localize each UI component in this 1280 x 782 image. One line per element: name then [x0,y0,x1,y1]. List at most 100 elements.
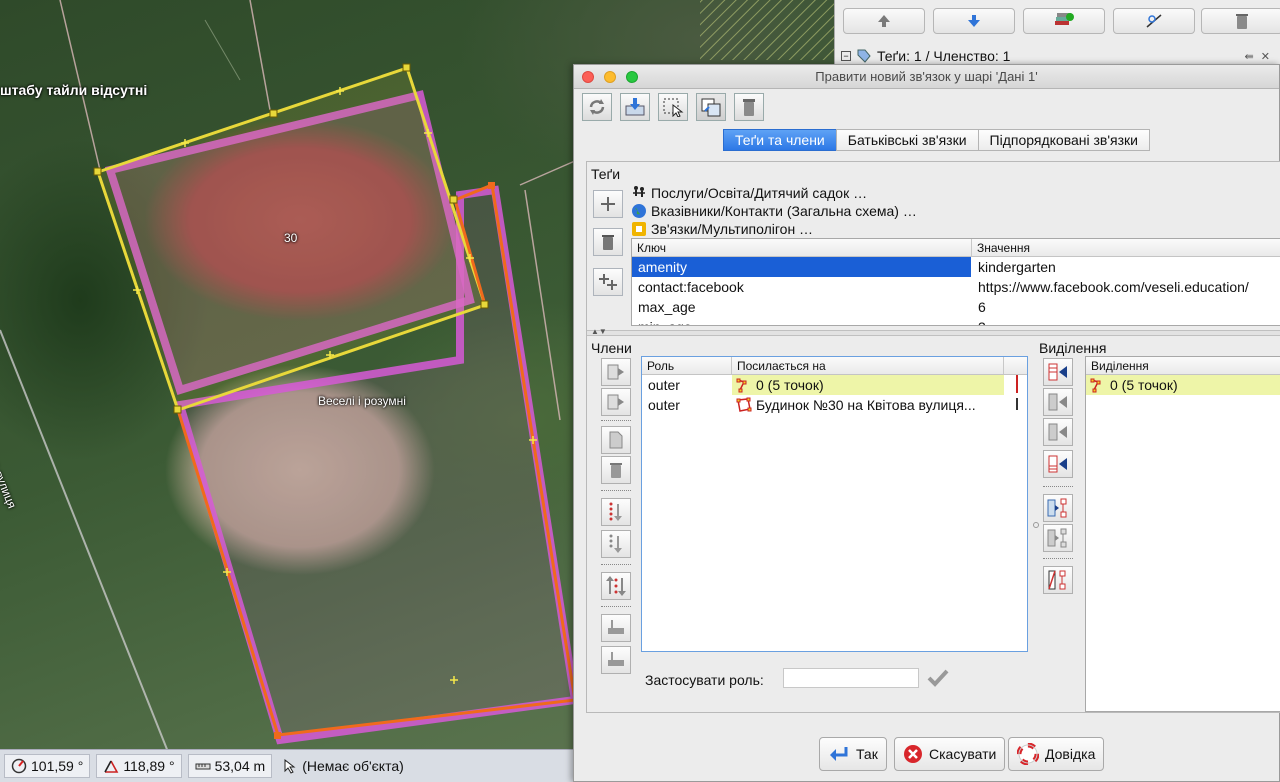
select-members-button[interactable] [658,93,688,121]
preset-link-kindergarten[interactable]: Послуги/Освіта/Дитячий садок … [631,184,867,202]
separator [601,420,631,421]
reverse-order-icon [606,576,626,596]
apply-changes-button[interactable] [620,93,650,121]
tab-child-relations[interactable]: Підпорядковані зв'язки [977,129,1150,151]
tag-key[interactable]: max_age [632,297,972,317]
separator [601,490,631,491]
move-up-bar-icon [608,620,624,634]
tab-parent-relations[interactable]: Батьківські зв'язки [835,129,979,151]
table-row[interactable]: amenity kindergarten [632,257,1280,277]
selection-table[interactable]: Виділення 0 (5 точок) [1085,356,1280,712]
member-role[interactable]: outer [642,375,732,395]
add-selected-at-end-button[interactable] [1043,450,1073,478]
apply-role-input[interactable] [783,668,919,688]
multipolygon-icon [632,222,646,236]
close-window-button[interactable] [582,71,594,83]
refresh-icon [589,99,605,115]
col-selection-header[interactable]: Виділення [1086,357,1280,374]
remove-selected-button[interactable] [1043,524,1073,552]
add-selected-before-button[interactable] [1043,388,1073,416]
tag-value[interactable]: 6 [972,297,1280,317]
table-row[interactable]: contact:facebook https://www.facebook.co… [632,277,1280,297]
panel-controls[interactable]: ⇚ ✕ [1245,50,1273,63]
select-members-icon [1047,498,1067,518]
member-role[interactable]: outer [642,395,732,415]
dialog-title: Правити новий зв'язок у шарі 'Дані 1' [815,69,1038,84]
tag-value[interactable]: 3 [972,317,1280,325]
move-down-bar-icon [608,652,624,666]
duplicate-relation-button[interactable] [696,93,726,121]
minimize-window-button[interactable] [604,71,616,83]
split-handle[interactable] [1033,522,1039,528]
refresh-button[interactable] [582,93,612,121]
sort-members-button[interactable] [601,498,631,526]
tag-value[interactable]: kindergarten [972,257,1280,277]
table-row[interactable]: 0 (5 точок) [1086,375,1280,395]
angle-readout: 118,89 ° [96,754,182,778]
paste-tags-icon [599,274,617,290]
col-ref-header[interactable]: Посилається на [732,357,1004,374]
delete-relation-button[interactable] [734,93,764,121]
tag-value[interactable]: https://www.facebook.com/veseli.educatio… [972,277,1280,297]
remove-selected-icon [1047,528,1067,548]
table-row[interactable]: max_age 6 [632,297,1280,317]
add-member-after-button[interactable] [601,388,631,416]
apply-role-label: Застосувати роль: [645,672,764,688]
selection-item[interactable]: 0 (5 точок) [1086,375,1178,395]
collapse-toggle-icon[interactable]: − [841,51,851,61]
add-member-top-button[interactable] [601,358,631,386]
member-ref-cell[interactable]: Будинок №30 на Квітова вулиця... [732,395,1004,415]
move-up-button[interactable] [843,8,925,34]
col-key-header[interactable]: Ключ [632,239,972,256]
delete-tag-button[interactable] [593,228,623,256]
members-table[interactable]: Роль Посилається на outer 0 (5 точок) ou… [641,356,1028,652]
add-tag-button[interactable] [593,190,623,218]
cursor-node-icon [284,758,296,774]
tags-membership-header[interactable]: − Теґи: 1 / Членство: 1 [841,48,1010,64]
ok-button[interactable]: Так [819,737,887,771]
building-number-label: 30 [284,231,298,245]
table-row[interactable]: outer 0 (5 точок) [642,375,1027,395]
table-row[interactable]: min_age 3 [632,317,1280,325]
tag-key[interactable]: min_age [632,317,972,325]
sort-selection-icon [1048,570,1066,590]
move-member-down-button[interactable] [601,646,631,674]
apply-role-button[interactable] [925,666,951,690]
table-row[interactable]: outer Будинок №30 на Квітова вулиця... [642,395,1027,415]
paste-tags-button[interactable] [593,268,623,296]
layers-button[interactable] [1023,8,1105,34]
zoom-to-button[interactable] [1113,8,1195,34]
delete-button-top[interactable] [1201,8,1280,34]
split-divider[interactable]: ▲▼ [587,327,1280,336]
help-button[interactable]: Довідка [1008,737,1105,771]
cancel-button[interactable]: Скасувати [894,737,1006,771]
edit-member-button[interactable] [601,426,631,454]
reverse-members-button[interactable] [601,572,631,600]
collapse-arrows-icon[interactable]: ▲▼ [591,327,607,336]
col-role-header[interactable]: Роль [642,357,732,374]
dialog-titlebar[interactable]: Правити новий зв'язок у шарі 'Дані 1' [574,65,1279,89]
remove-member-button[interactable] [601,456,631,484]
col-value-header[interactable]: Значення [972,239,1280,256]
move-member-up-button[interactable] [601,614,631,642]
separator [601,564,631,565]
tab-tags-members[interactable]: Теґи та члени [723,129,837,151]
preset-link-multipolygon[interactable]: Зв'язки/Мультиполігон … [631,220,813,238]
sort-below-button[interactable] [601,530,631,558]
move-down-button[interactable] [933,8,1015,34]
preset-link-contacts[interactable]: Вказівники/Контакти (Загальна схема) … [631,202,917,220]
add-selected-after-button[interactable] [1043,418,1073,446]
sort-down-gray-icon [609,534,622,553]
add-after-icon [1048,423,1067,441]
tag-key[interactable]: contact:facebook [632,277,972,297]
select-in-members-button[interactable] [1043,494,1073,522]
checkmark-icon [927,669,949,687]
tag-key[interactable]: amenity [632,257,972,277]
distance-readout: 53,04 m [187,754,273,778]
zoom-window-button[interactable] [626,71,638,83]
member-ref-cell[interactable]: 0 (5 точок) [732,375,1004,395]
tag-table[interactable]: Ключ Значення amenity kindergarten conta… [631,238,1280,326]
sort-selection-button[interactable] [1043,566,1073,594]
add-selected-at-start-button[interactable] [1043,358,1073,386]
link-bottom-icon [1016,398,1018,410]
